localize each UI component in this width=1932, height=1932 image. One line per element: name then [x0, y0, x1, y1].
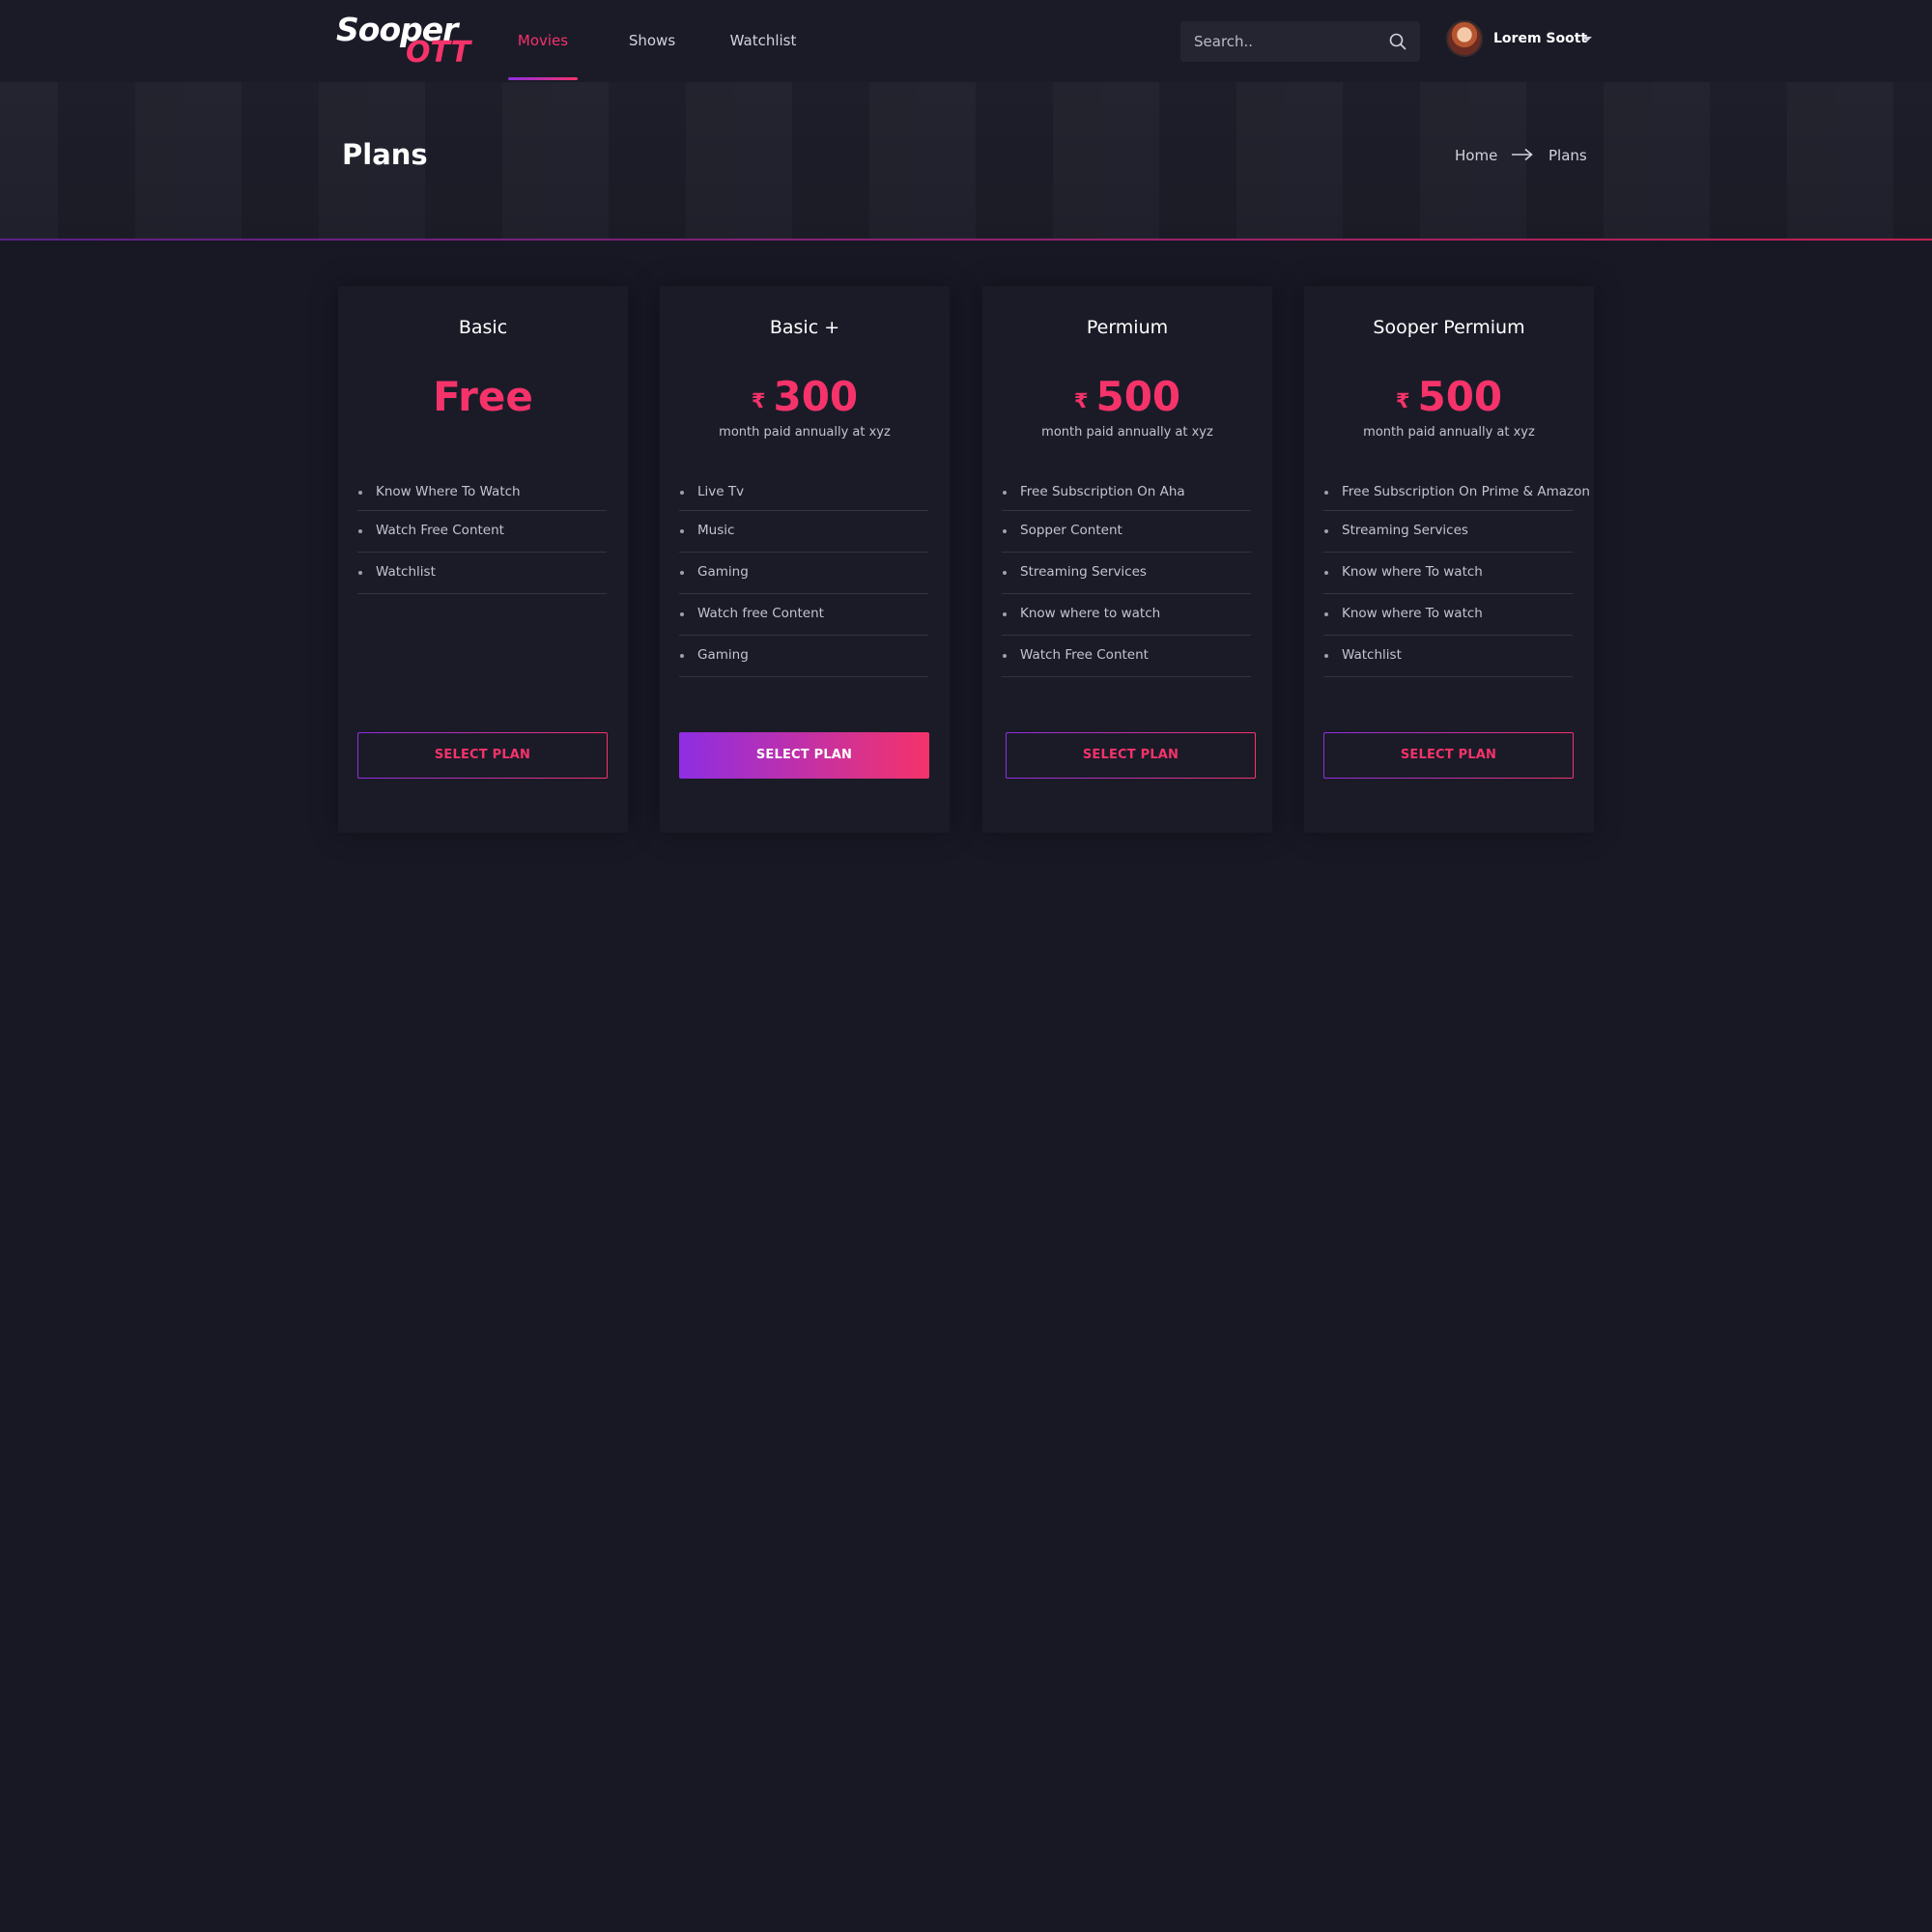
select-plan-button[interactable]: SELECT PLAN — [679, 732, 929, 779]
breadcrumb-current: Plans — [1548, 147, 1587, 164]
user-menu[interactable]: Lorem Soott — [1446, 20, 1601, 63]
feature-item: Watch Free Content — [357, 511, 607, 553]
user-name[interactable]: Lorem Soott — [1493, 20, 1587, 57]
plan-name: Permium — [1086, 317, 1169, 338]
nav-shows[interactable]: Shows — [623, 0, 681, 82]
feature-item: Free Subscription On Aha — [1002, 472, 1251, 511]
banner-divider — [0, 239, 1932, 241]
feature-item: Watch free Content — [679, 594, 928, 636]
feature-item: Know Where To Watch — [357, 472, 607, 511]
page-title: Plans — [342, 138, 428, 171]
nav-movies[interactable]: Movies — [508, 0, 578, 82]
feature-item: Watchlist — [357, 553, 607, 594]
search-input[interactable] — [1180, 21, 1383, 62]
select-plan-button[interactable]: SELECT PLAN — [1323, 732, 1574, 779]
plan-card-premium: Permium ₹500 month paid annually at xyz … — [982, 286, 1272, 833]
plan-card-basic: Basic Free Know Where To Watch Watch Fre… — [338, 286, 628, 833]
feature-item: Streaming Services — [1002, 553, 1251, 594]
page-banner — [0, 82, 1932, 240]
feature-list: Free Subscription On Prime & Amazon Stre… — [1323, 472, 1590, 677]
arrow-right-icon — [1512, 148, 1533, 161]
feature-item: Free Subscription On Prime & Amazon — [1323, 472, 1590, 511]
select-plan-button[interactable]: SELECT PLAN — [1006, 732, 1256, 779]
feature-item: Music — [679, 511, 928, 553]
price-note: month paid annually at xyz — [1363, 425, 1535, 440]
chevron-down-icon[interactable] — [1581, 36, 1593, 43]
search-box — [1180, 21, 1420, 62]
plan-name: Sooper Permium — [1373, 317, 1525, 338]
plan-name: Basic — [458, 317, 508, 338]
rupee-icon: ₹ — [751, 389, 766, 412]
feature-item: Gaming — [679, 636, 928, 677]
plan-price: ₹500 — [1304, 373, 1594, 421]
feature-item: Live Tv — [679, 472, 928, 511]
logo-sub-text: OTT — [406, 36, 471, 70]
search-icon[interactable] — [1389, 33, 1406, 50]
feature-list: Live Tv Music Gaming Watch free Content … — [679, 472, 928, 677]
avatar[interactable] — [1446, 20, 1483, 57]
feature-item: Gaming — [679, 553, 928, 594]
feature-item: Know where To watch — [1323, 553, 1573, 594]
plan-price: Free — [338, 373, 628, 421]
price-value: 500 — [1417, 373, 1503, 420]
feature-item: Watchlist — [1323, 636, 1573, 677]
brand-logo[interactable]: Sooper OTT — [336, 12, 470, 70]
rupee-icon: ₹ — [1395, 389, 1410, 412]
price-value: Free — [433, 373, 533, 420]
feature-item: Know where To watch — [1323, 594, 1573, 636]
nav-watchlist[interactable]: Watchlist — [724, 0, 802, 82]
select-plan-button[interactable]: SELECT PLAN — [357, 732, 608, 779]
feature-item: Know where to watch — [1002, 594, 1251, 636]
plan-card-sooper-premium: Sooper Permium ₹500 month paid annually … — [1304, 286, 1594, 833]
plan-price: ₹300 — [660, 373, 950, 421]
plan-card-basic-plus: Basic + ₹300 month paid annually at xyz … — [660, 286, 950, 833]
feature-item: Sopper Content — [1002, 511, 1251, 553]
feature-item: Watch Free Content — [1002, 636, 1251, 677]
plan-name: Basic + — [769, 317, 840, 338]
price-note: month paid annually at xyz — [719, 425, 891, 440]
price-value: 500 — [1095, 373, 1181, 420]
top-header: Sooper OTT Movies Shows Watchlist Lorem … — [0, 0, 1932, 82]
rupee-icon: ₹ — [1073, 389, 1089, 412]
plan-price: ₹500 — [982, 373, 1272, 421]
price-value: 300 — [773, 373, 859, 420]
breadcrumb-home[interactable]: Home — [1455, 145, 1497, 166]
feature-item: Streaming Services — [1323, 511, 1573, 553]
price-note: month paid annually at xyz — [1041, 425, 1213, 440]
feature-list: Know Where To Watch Watch Free Content W… — [357, 472, 607, 594]
feature-list: Free Subscription On Aha Sopper Content … — [1002, 472, 1251, 677]
